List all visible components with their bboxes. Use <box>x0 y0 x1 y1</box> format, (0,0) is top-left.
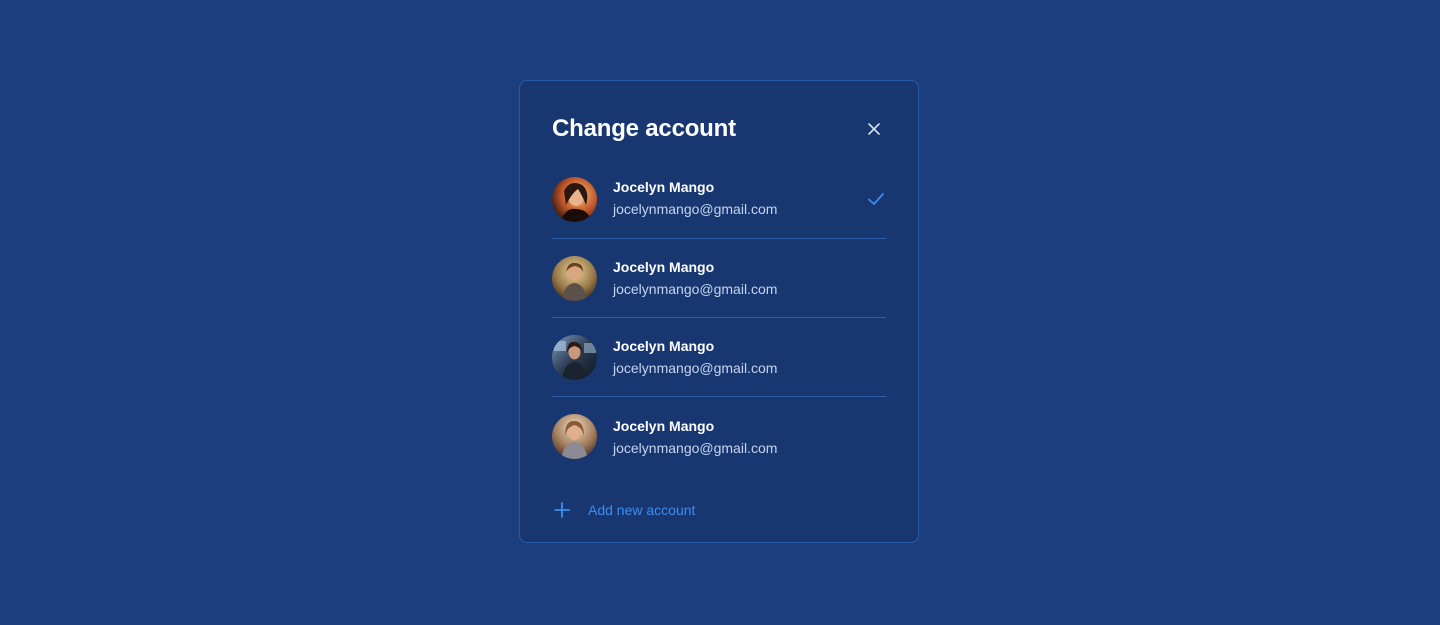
dialog-title: Change account <box>552 115 736 142</box>
avatar <box>552 414 597 459</box>
account-text: Jocelyn Mango jocelynmango@gmail.com <box>613 416 777 458</box>
account-email: jocelynmango@gmail.com <box>613 439 778 456</box>
avatar <box>552 334 597 380</box>
account-name: Jocelyn Mango <box>613 338 715 354</box>
account-text: Jocelyn Mango jocelynmango@gmail.com <box>613 336 777 378</box>
account-list: Jocelyn Mango jocelynmango@gmail.com Joc… <box>552 177 886 476</box>
change-account-dialog: Change account Jocelyn Mango jocelynmang… <box>519 80 919 543</box>
account-item[interactable]: Jocelyn Mango jocelynmango@gmail.com <box>552 177 886 239</box>
account-email: jocelynmango@gmail.com <box>613 281 778 297</box>
add-account-button[interactable]: Add new account <box>552 490 886 530</box>
account-email: jocelynmango@gmail.com <box>613 201 778 217</box>
dialog-header: Change account <box>552 81 886 177</box>
account-name: Jocelyn Mango <box>613 259 715 275</box>
close-button[interactable] <box>862 117 886 141</box>
account-item[interactable]: Jocelyn Mango jocelynmango@gmail.com <box>552 239 886 318</box>
check-icon <box>868 193 884 205</box>
account-text: Jocelyn Mango jocelynmango@gmail.com <box>613 177 777 219</box>
account-name: Jocelyn Mango <box>613 179 715 195</box>
account-item[interactable]: Jocelyn Mango jocelynmango@gmail.com <box>552 397 886 476</box>
close-icon <box>868 123 880 135</box>
account-text: Jocelyn Mango jocelynmango@gmail.com <box>613 257 777 299</box>
account-email: jocelynmango@gmail.com <box>613 360 778 376</box>
account-name: Jocelyn Mango <box>613 417 715 434</box>
add-account-label: Add new account <box>588 502 696 518</box>
plus-icon <box>554 502 570 518</box>
account-item[interactable]: Jocelyn Mango jocelynmango@gmail.com <box>552 318 886 397</box>
avatar <box>552 255 597 301</box>
avatar <box>552 177 597 222</box>
